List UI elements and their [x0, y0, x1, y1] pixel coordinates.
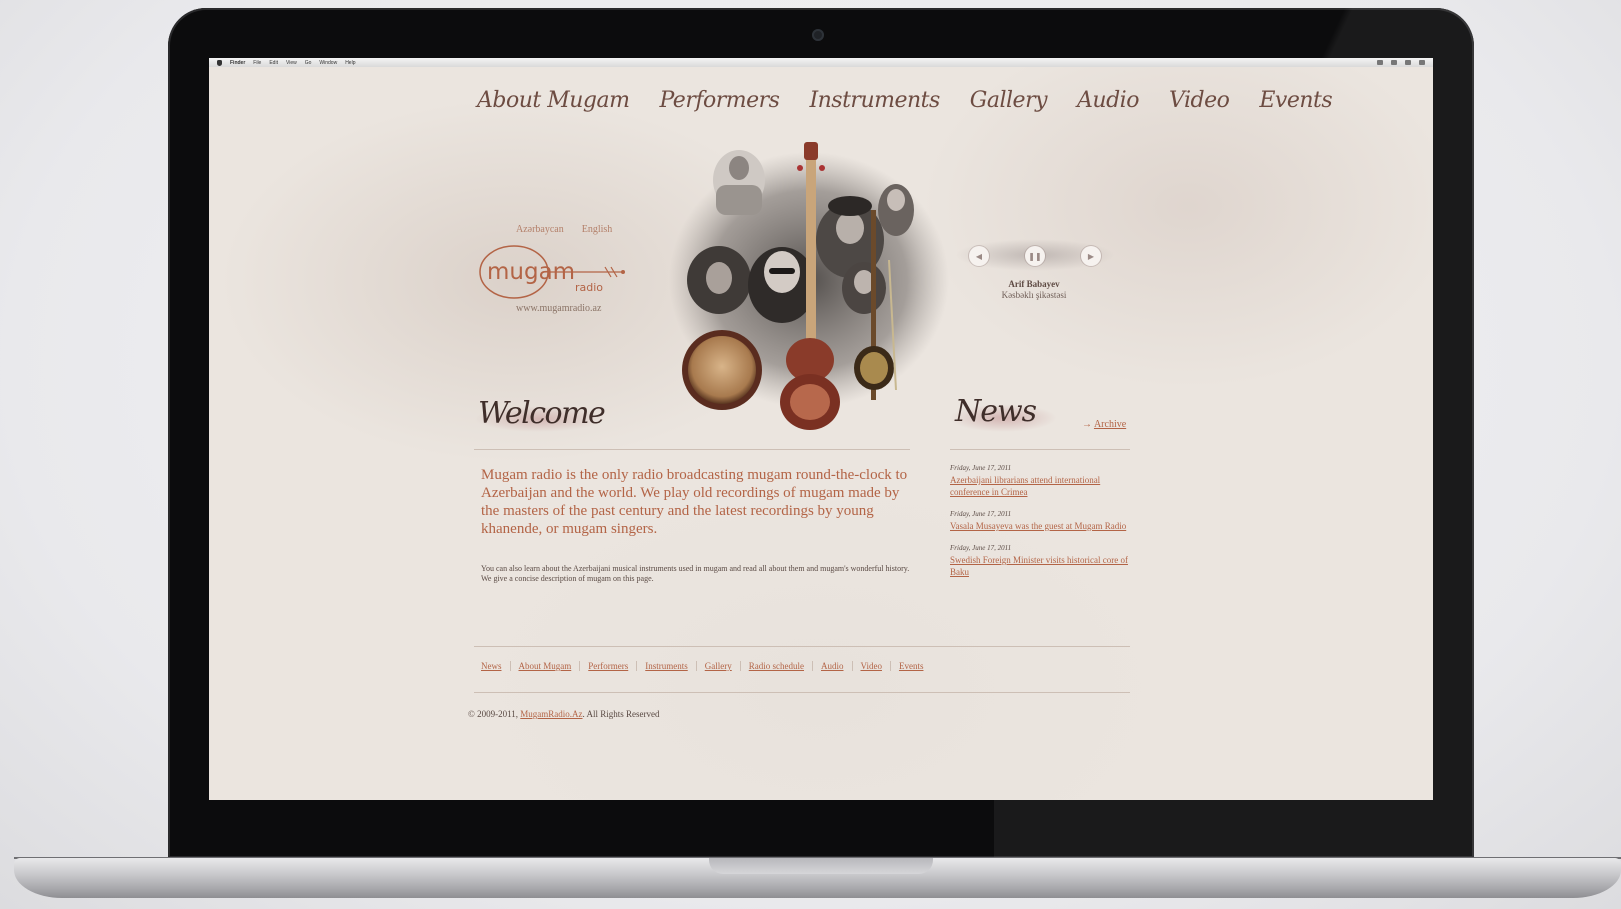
news-link[interactable]: Azerbaijani librarians attend internatio…: [950, 474, 1130, 498]
footer-link-gallery[interactable]: Gallery: [705, 661, 732, 671]
footer-separator: [889, 661, 891, 671]
copyright: © 2009-2011, MugamRadio.Az. All Rights R…: [468, 709, 660, 719]
audio-player: ◀ ❚❚ ▶: [955, 235, 1115, 285]
wifi-icon[interactable]: [1377, 60, 1383, 65]
now-playing-track: Kəsbəklı şikəstəsi: [1001, 290, 1067, 300]
news-item: Friday, June 17, 2011 Vasala Musayeva wa…: [950, 510, 1130, 532]
footer-separator: [509, 661, 511, 671]
logo-word: mugam: [487, 259, 575, 285]
lang-azerbaijani[interactable]: Azərbaycan: [516, 224, 564, 235]
archive-link[interactable]: → Archive: [1082, 419, 1126, 430]
volume-icon[interactable]: [1391, 60, 1397, 65]
footer-link-audio[interactable]: Audio: [821, 661, 844, 671]
battery-icon[interactable]: [1405, 60, 1411, 65]
menubar-app[interactable]: Finder: [230, 60, 245, 66]
footer-link-events[interactable]: Events: [899, 661, 924, 671]
menubar-help[interactable]: Help: [345, 60, 355, 66]
copyright-prefix: © 2009-2011,: [468, 709, 519, 719]
news-divider: [950, 449, 1130, 450]
footer-divider-bottom: [474, 692, 1130, 693]
welcome-lead: Mugam radio is the only radio broadcasti…: [481, 467, 908, 537]
search-icon[interactable]: [1419, 60, 1425, 65]
camera-icon: [812, 29, 824, 41]
footer-divider-top: [474, 646, 1130, 647]
menubar-window[interactable]: Window: [319, 60, 337, 66]
nav-performers[interactable]: Performers: [659, 88, 779, 113]
nav-video[interactable]: Video: [1169, 88, 1230, 113]
footer-link-about-mugam[interactable]: About Mugam: [519, 661, 572, 671]
mac-menubar: Finder File Edit View Go Window Help: [209, 58, 1433, 67]
news-date: Friday, June 17, 2011: [950, 464, 1012, 472]
nav-audio[interactable]: Audio: [1077, 88, 1139, 113]
lang-english[interactable]: English: [582, 224, 613, 235]
next-icon[interactable]: ▶: [1081, 246, 1101, 266]
footer-link-news[interactable]: News: [481, 661, 502, 671]
footer-separator: [812, 661, 813, 671]
news-title: News: [955, 394, 1037, 429]
news-item: Friday, June 17, 2011 Azerbaijani librar…: [950, 464, 1130, 498]
laptop-notch: [709, 858, 933, 874]
news-heading: News: [949, 394, 1059, 436]
now-playing-artist: Arif Babayev: [1008, 279, 1060, 289]
news-link[interactable]: Vasala Musayeva was the guest at Mugam R…: [950, 520, 1130, 532]
news-date: Friday, June 17, 2011: [950, 544, 1012, 552]
logo-sub: radio: [575, 281, 603, 294]
apple-icon[interactable]: [217, 59, 222, 66]
site-url: www.mugamradio.az: [516, 303, 602, 314]
screen: Finder File Edit View Go Window Help Abo…: [209, 58, 1433, 800]
footer-separator: [636, 661, 638, 671]
menubar-edit[interactable]: Edit: [269, 60, 278, 66]
pause-icon[interactable]: ❚❚: [1025, 246, 1045, 266]
welcome-heading: Welcome: [474, 396, 606, 436]
nav-events[interactable]: Events: [1259, 88, 1332, 113]
menubar-file[interactable]: File: [253, 60, 261, 66]
prev-icon[interactable]: ◀: [969, 246, 989, 266]
news-link[interactable]: Swedish Foreign Minister visits historic…: [950, 554, 1130, 578]
footer-link-instruments[interactable]: Instruments: [645, 661, 688, 671]
footer-nav: News About Mugam Performers Instruments …: [481, 661, 923, 671]
welcome-body: You can also learn about the Azerbaijani…: [481, 564, 910, 583]
footer-separator: [695, 661, 697, 671]
mugam-radio-logo[interactable]: mugam radio: [477, 241, 627, 308]
footer-link-radio-schedule[interactable]: Radio schedule: [749, 661, 804, 671]
nav-about-mugam[interactable]: About Mugam: [477, 88, 630, 113]
footer-link-video[interactable]: Video: [861, 661, 882, 671]
nav-instruments[interactable]: Instruments: [809, 88, 940, 113]
welcome-title: Welcome: [478, 396, 606, 431]
nav-gallery[interactable]: Gallery: [970, 88, 1048, 113]
welcome-divider: [474, 449, 910, 450]
news-list: Friday, June 17, 2011 Azerbaijani librar…: [950, 464, 1130, 590]
footer-separator: [739, 661, 741, 671]
archive-label[interactable]: Archive: [1094, 419, 1126, 430]
footer-link-performers[interactable]: Performers: [588, 661, 628, 671]
news-item: Friday, June 17, 2011 Swedish Foreign Mi…: [950, 544, 1130, 578]
language-switcher: Azərbaycan English: [516, 224, 612, 235]
menubar-go[interactable]: Go: [305, 60, 312, 66]
musicians-instruments-collage: [664, 140, 954, 430]
footer-separator: [579, 661, 581, 671]
news-date: Friday, June 17, 2011: [950, 510, 1012, 518]
menubar-view[interactable]: View: [286, 60, 297, 66]
copyright-link[interactable]: MugamRadio.Az: [520, 709, 582, 719]
footer-separator: [851, 661, 853, 671]
copyright-suffix: . All Rights Reserved: [582, 709, 660, 719]
main-nav: About Mugam Performers Instruments Galle…: [477, 88, 1333, 113]
